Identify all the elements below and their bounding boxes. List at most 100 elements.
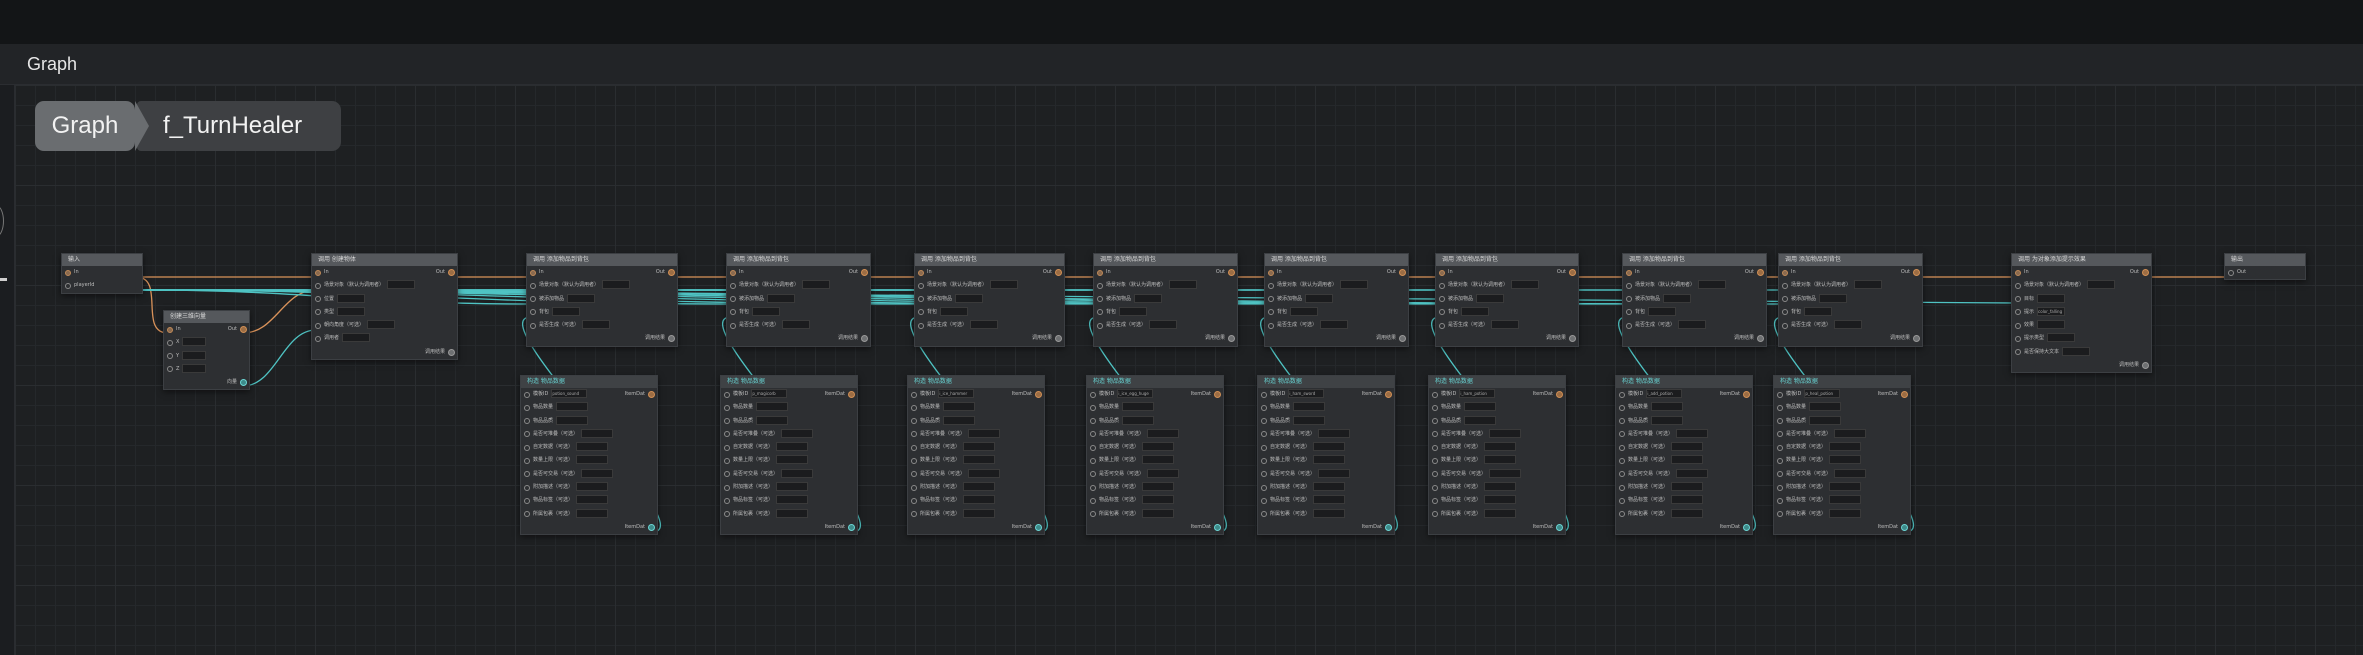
input-node[interactable]: 输入 In playerId [61, 253, 143, 294]
value-field[interactable] [1491, 320, 1520, 330]
value-field[interactable] [756, 415, 789, 425]
input-pin[interactable] [911, 431, 917, 438]
value-field[interactable] [1511, 280, 1540, 290]
input-pin[interactable] [1090, 457, 1096, 464]
value-field[interactable] [556, 415, 589, 425]
input-pin[interactable] [724, 511, 730, 518]
input-pin[interactable] [1777, 404, 1783, 411]
exec-output-pin[interactable] [1556, 391, 1563, 398]
value-field[interactable] [576, 442, 609, 452]
input-pin[interactable] [911, 391, 917, 398]
value-field[interactable] [1834, 468, 1867, 478]
value-field[interactable] [1671, 442, 1704, 452]
output-node[interactable]: 输出 Out [2224, 253, 2306, 281]
exec-output-pin[interactable] [1757, 269, 1764, 276]
value-field[interactable] [1678, 320, 1707, 330]
input-pin[interactable] [724, 418, 730, 425]
item-output-pin[interactable] [1743, 523, 1750, 531]
input-pin[interactable] [524, 511, 530, 518]
value-field[interactable] [337, 306, 366, 316]
input-pin[interactable] [1619, 391, 1625, 398]
value-field[interactable] [1320, 320, 1349, 330]
input-pin[interactable] [1261, 444, 1267, 451]
input-pin[interactable] [1439, 282, 1445, 289]
exec-output-pin[interactable] [668, 269, 675, 276]
input-pin[interactable] [1097, 282, 1103, 289]
input-pin[interactable] [315, 269, 321, 276]
input-pin[interactable] [1261, 471, 1267, 478]
input-pin[interactable] [1432, 431, 1438, 438]
value-field[interactable] [2037, 320, 2066, 330]
value-field[interactable] [1340, 280, 1369, 290]
value-field[interactable] [1134, 293, 1163, 303]
input-pin[interactable] [911, 418, 917, 425]
breadcrumb-root[interactable]: Graph [35, 101, 135, 151]
value-field[interactable] [1313, 508, 1346, 518]
value-field[interactable] [776, 455, 809, 465]
value-field[interactable] [1484, 508, 1517, 518]
value-field[interactable] [943, 402, 976, 412]
value-field[interactable] [1149, 320, 1178, 330]
value-field[interactable] [1676, 428, 1709, 438]
input-pin[interactable] [2015, 322, 2021, 329]
input-pin[interactable] [524, 471, 530, 478]
input-pin[interactable] [1097, 322, 1103, 329]
input-pin[interactable] [315, 296, 321, 303]
input-pin[interactable] [724, 484, 730, 491]
exec-output-pin[interactable] [861, 269, 868, 276]
value-field[interactable] [1648, 306, 1677, 316]
input-pin[interactable] [1777, 484, 1783, 491]
item-data-node[interactable]: 构造 物品数据 模板ID ItemDat i_ice_egg_huge 物品数量 物品品质… [1086, 375, 1224, 536]
input-pin[interactable] [911, 484, 917, 491]
template-id-field[interactable]: i_ice_egg_huge [1117, 389, 1154, 398]
value-field[interactable] [1484, 495, 1517, 505]
value-field[interactable] [963, 508, 996, 518]
zoom-knob[interactable] [0, 205, 4, 237]
result-output-pin[interactable] [448, 348, 455, 356]
input-pin[interactable] [1782, 282, 1788, 289]
value-field[interactable] [752, 306, 781, 316]
value-field[interactable] [1671, 482, 1704, 492]
input-pin[interactable] [1432, 404, 1438, 411]
result-output-pin[interactable] [1757, 335, 1764, 343]
value-field[interactable] [1461, 306, 1490, 316]
result-output-pin[interactable] [861, 335, 868, 343]
value-field[interactable] [367, 320, 396, 330]
input-pin[interactable] [730, 296, 736, 303]
value-field[interactable] [576, 455, 609, 465]
add-item-node[interactable]: 调用 添加物品到背包 In Out 场景对象（默认为调用者） 被添加物品 背包 是否生成（可… [1778, 253, 1923, 347]
input-pin[interactable] [1782, 322, 1788, 329]
value-field[interactable] [581, 428, 614, 438]
input-pin[interactable] [65, 282, 71, 289]
input-pin[interactable] [1782, 269, 1788, 276]
template-id-field[interactable]: p_heal_potion [1804, 389, 1841, 398]
exec-output-pin[interactable] [1228, 269, 1235, 276]
input-pin[interactable] [911, 471, 917, 478]
value-field[interactable] [1698, 280, 1727, 290]
input-pin[interactable] [2015, 282, 2021, 289]
value-field[interactable] [576, 482, 609, 492]
exec-output-pin[interactable] [2142, 269, 2149, 276]
input-pin[interactable] [1782, 309, 1788, 316]
input-pin[interactable] [524, 418, 530, 425]
input-pin[interactable] [1268, 309, 1274, 316]
item-output-pin[interactable] [1901, 523, 1908, 531]
input-pin[interactable] [167, 366, 173, 373]
input-pin[interactable] [524, 484, 530, 491]
input-pin[interactable] [1619, 511, 1625, 518]
input-pin[interactable] [530, 296, 536, 303]
value-field[interactable] [1809, 415, 1842, 425]
value-field[interactable] [940, 306, 969, 316]
value-field[interactable] [776, 482, 809, 492]
exec-output-pin[interactable] [1399, 269, 1406, 276]
input-pin[interactable] [530, 322, 536, 329]
result-output-pin[interactable] [1228, 335, 1235, 343]
input-pin[interactable] [1261, 431, 1267, 438]
input-pin[interactable] [315, 309, 321, 316]
value-field[interactable] [337, 293, 366, 303]
input-pin[interactable] [530, 282, 536, 289]
input-pin[interactable] [1097, 296, 1103, 303]
input-pin[interactable] [167, 326, 173, 333]
input-pin[interactable] [724, 457, 730, 464]
value-field[interactable] [1142, 455, 1175, 465]
